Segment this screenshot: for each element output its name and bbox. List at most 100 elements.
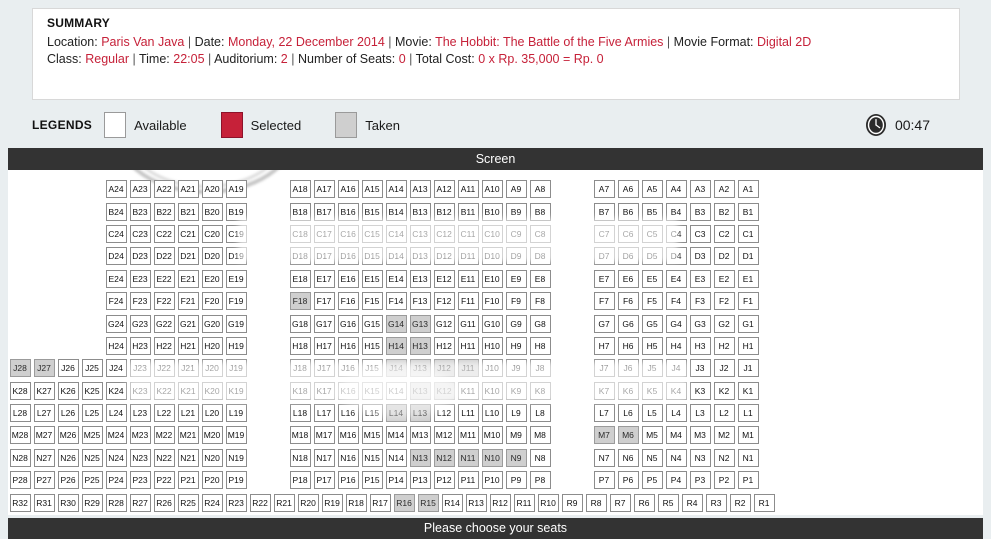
seat-l20[interactable]: L20 bbox=[201, 404, 223, 423]
seat-d22[interactable]: D22 bbox=[153, 247, 175, 266]
seat-c11[interactable]: C11 bbox=[457, 224, 479, 243]
seat-m24[interactable]: M24 bbox=[105, 426, 127, 445]
seat-p8[interactable]: P8 bbox=[529, 471, 551, 490]
seat-p7[interactable]: P7 bbox=[593, 471, 615, 490]
seat-j21[interactable]: J21 bbox=[177, 359, 199, 378]
seat-h1[interactable]: H1 bbox=[737, 336, 759, 355]
seat-p11[interactable]: P11 bbox=[457, 471, 479, 490]
seat-n14[interactable]: N14 bbox=[385, 448, 407, 467]
seat-k27[interactable]: K27 bbox=[33, 381, 55, 400]
seat-c9[interactable]: C9 bbox=[505, 224, 527, 243]
seat-m2[interactable]: M2 bbox=[713, 426, 735, 445]
seat-f6[interactable]: F6 bbox=[617, 292, 639, 311]
seat-p1[interactable]: P1 bbox=[737, 471, 759, 490]
seat-a6[interactable]: A6 bbox=[617, 180, 639, 199]
seat-f23[interactable]: F23 bbox=[129, 292, 151, 311]
seat-h12[interactable]: H12 bbox=[433, 336, 455, 355]
seat-h20[interactable]: H20 bbox=[201, 336, 223, 355]
seat-r25[interactable]: R25 bbox=[177, 493, 199, 512]
seat-l10[interactable]: L10 bbox=[481, 404, 503, 423]
seat-j1[interactable]: J1 bbox=[737, 359, 759, 378]
seat-n4[interactable]: N4 bbox=[665, 448, 687, 467]
seat-l4[interactable]: L4 bbox=[665, 404, 687, 423]
seat-e18[interactable]: E18 bbox=[289, 269, 311, 288]
seat-m28[interactable]: M28 bbox=[9, 426, 31, 445]
seat-b20[interactable]: B20 bbox=[201, 202, 223, 221]
seat-a5[interactable]: A5 bbox=[641, 180, 663, 199]
seat-c19[interactable]: C19 bbox=[225, 224, 247, 243]
seat-j2[interactable]: J2 bbox=[713, 359, 735, 378]
seat-m15[interactable]: M15 bbox=[361, 426, 383, 445]
seat-c16[interactable]: C16 bbox=[337, 224, 359, 243]
seat-f19[interactable]: F19 bbox=[225, 292, 247, 311]
seat-k8[interactable]: K8 bbox=[529, 381, 551, 400]
seat-g4[interactable]: G4 bbox=[665, 314, 687, 333]
seat-g3[interactable]: G3 bbox=[689, 314, 711, 333]
seat-g20[interactable]: G20 bbox=[201, 314, 223, 333]
seat-k4[interactable]: K4 bbox=[665, 381, 687, 400]
seat-p10[interactable]: P10 bbox=[481, 471, 503, 490]
seat-r32[interactable]: R32 bbox=[9, 493, 31, 512]
seat-d10[interactable]: D10 bbox=[481, 247, 503, 266]
seat-e14[interactable]: E14 bbox=[385, 269, 407, 288]
seat-e20[interactable]: E20 bbox=[201, 269, 223, 288]
seat-l18[interactable]: L18 bbox=[289, 404, 311, 423]
seat-a8[interactable]: A8 bbox=[529, 180, 551, 199]
seat-b12[interactable]: B12 bbox=[433, 202, 455, 221]
seat-m3[interactable]: M3 bbox=[689, 426, 711, 445]
seat-b1[interactable]: B1 bbox=[737, 202, 759, 221]
seat-l27[interactable]: L27 bbox=[33, 404, 55, 423]
seat-r27[interactable]: R27 bbox=[129, 493, 151, 512]
seat-a21[interactable]: A21 bbox=[177, 180, 199, 199]
seat-l11[interactable]: L11 bbox=[457, 404, 479, 423]
seat-n23[interactable]: N23 bbox=[129, 448, 151, 467]
seat-b9[interactable]: B9 bbox=[505, 202, 527, 221]
seat-a14[interactable]: A14 bbox=[385, 180, 407, 199]
seat-f12[interactable]: F12 bbox=[433, 292, 455, 311]
seat-r5[interactable]: R5 bbox=[657, 493, 679, 512]
seat-k19[interactable]: K19 bbox=[225, 381, 247, 400]
seat-k26[interactable]: K26 bbox=[57, 381, 79, 400]
seat-a18[interactable]: A18 bbox=[289, 180, 311, 199]
seat-k15[interactable]: K15 bbox=[361, 381, 383, 400]
seat-p27[interactable]: P27 bbox=[33, 471, 55, 490]
seat-p5[interactable]: P5 bbox=[641, 471, 663, 490]
seat-g19[interactable]: G19 bbox=[225, 314, 247, 333]
seat-d20[interactable]: D20 bbox=[201, 247, 223, 266]
seat-f22[interactable]: F22 bbox=[153, 292, 175, 311]
seat-d5[interactable]: D5 bbox=[641, 247, 663, 266]
seat-b22[interactable]: B22 bbox=[153, 202, 175, 221]
seat-k17[interactable]: K17 bbox=[313, 381, 335, 400]
seat-m22[interactable]: M22 bbox=[153, 426, 175, 445]
seat-k11[interactable]: K11 bbox=[457, 381, 479, 400]
seat-g8[interactable]: G8 bbox=[529, 314, 551, 333]
seat-d21[interactable]: D21 bbox=[177, 247, 199, 266]
seat-g21[interactable]: G21 bbox=[177, 314, 199, 333]
seat-c4[interactable]: C4 bbox=[665, 224, 687, 243]
seat-p17[interactable]: P17 bbox=[313, 471, 335, 490]
seat-c20[interactable]: C20 bbox=[201, 224, 223, 243]
seat-b18[interactable]: B18 bbox=[289, 202, 311, 221]
seat-r13[interactable]: R13 bbox=[465, 493, 487, 512]
seat-e23[interactable]: E23 bbox=[129, 269, 151, 288]
seat-j7[interactable]: J7 bbox=[593, 359, 615, 378]
seat-k28[interactable]: K28 bbox=[9, 381, 31, 400]
seat-a15[interactable]: A15 bbox=[361, 180, 383, 199]
seat-c18[interactable]: C18 bbox=[289, 224, 311, 243]
seat-c13[interactable]: C13 bbox=[409, 224, 431, 243]
seat-j6[interactable]: J6 bbox=[617, 359, 639, 378]
seat-r23[interactable]: R23 bbox=[225, 493, 247, 512]
seat-b8[interactable]: B8 bbox=[529, 202, 551, 221]
seat-r8[interactable]: R8 bbox=[585, 493, 607, 512]
seat-g10[interactable]: G10 bbox=[481, 314, 503, 333]
seat-n24[interactable]: N24 bbox=[105, 448, 127, 467]
seat-r30[interactable]: R30 bbox=[57, 493, 79, 512]
seat-k6[interactable]: K6 bbox=[617, 381, 639, 400]
seat-f10[interactable]: F10 bbox=[481, 292, 503, 311]
seat-d23[interactable]: D23 bbox=[129, 247, 151, 266]
seat-e24[interactable]: E24 bbox=[105, 269, 127, 288]
seat-j23[interactable]: J23 bbox=[129, 359, 151, 378]
seat-e9[interactable]: E9 bbox=[505, 269, 527, 288]
seat-a4[interactable]: A4 bbox=[665, 180, 687, 199]
seat-l8[interactable]: L8 bbox=[529, 404, 551, 423]
